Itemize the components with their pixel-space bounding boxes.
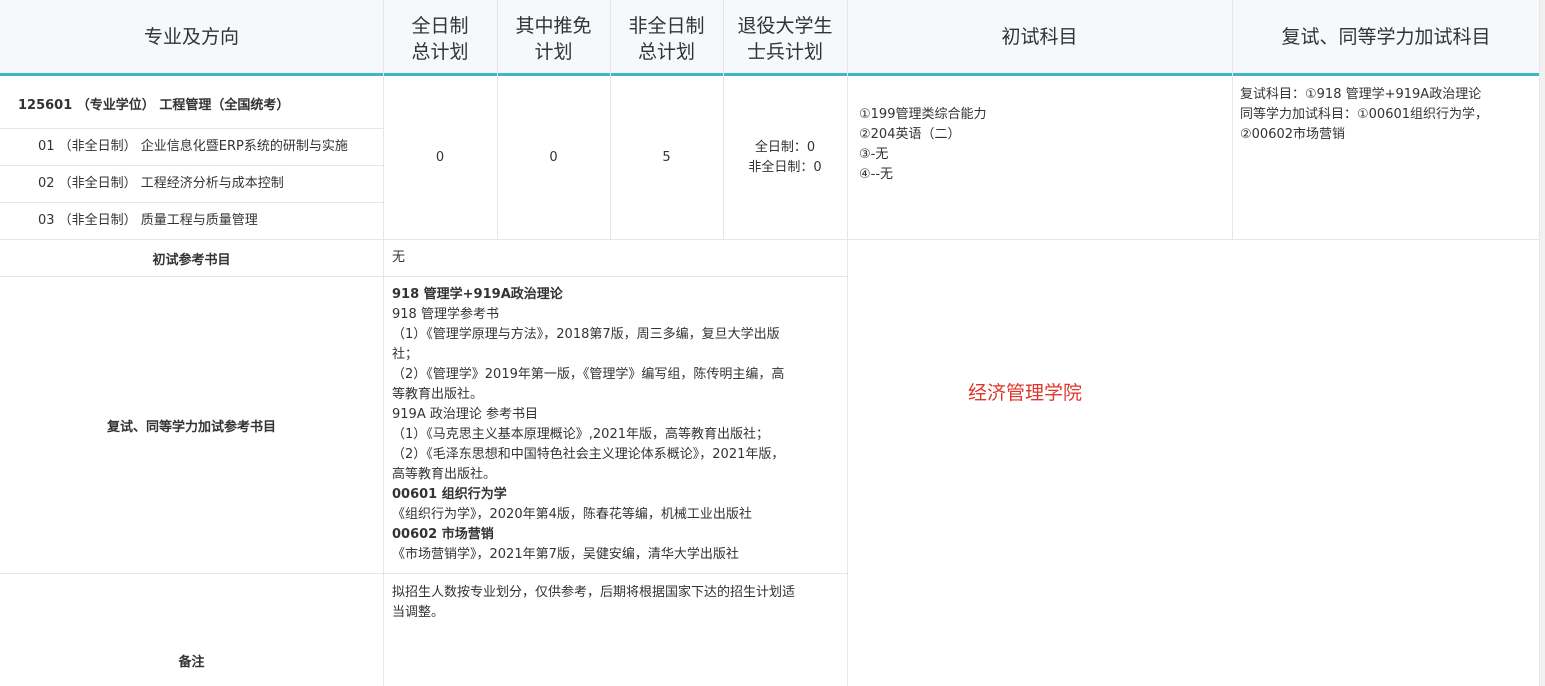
retest-book-line: 00602 市场营销: [392, 527, 494, 542]
header-exempt-plan: 其中推免 计划: [515, 15, 592, 63]
retest-book-line: 等教育出版社。: [392, 387, 484, 402]
retest-book-line: （2）《毛泽东思想和中国特色社会主义理论体系概论》，2021年版，: [392, 447, 785, 462]
grid-line: [0, 573, 847, 574]
direction-item-03[interactable]: 03 （非全日制） 质量工程与质量管理: [38, 211, 258, 231]
grid-line: [723, 0, 724, 240]
retest-book-line: 社；: [392, 347, 419, 362]
notes-value: 拟招生人数按专业划分，仅供参考，后期将根据国家下达的招生计划适 当调整。: [392, 585, 796, 620]
retest-book-line: 《市场营销学》，2021年第7版，吴健安编，清华大学出版社: [392, 547, 739, 562]
prelim-subjects: ①199管理类综合能力 ②204英语（二） ③-无 ④--无: [859, 107, 987, 182]
header-divider: [0, 73, 1540, 76]
prelim-books-value: 无: [392, 250, 406, 265]
retest-books-list: 918 管理学+919A政治理论 918 管理学参考书 （1）《管理学原理与方法…: [392, 285, 837, 565]
grid-line: [0, 128, 383, 129]
grid-line: [0, 202, 383, 203]
exempt-plan-value: 0: [549, 150, 558, 165]
retest-book-line: （1）《管理学原理与方法》，2018第7版，周三多编，复旦大学出版: [392, 327, 780, 342]
grid-line: [847, 0, 848, 686]
header-veteran-plan: 退役大学生 士兵计划: [737, 15, 833, 63]
notes-label: 备注: [178, 654, 205, 670]
direction-item-01[interactable]: 01 （非全日制） 企业信息化暨ERP系统的研制与实施: [38, 137, 348, 157]
parttime-plan-value: 5: [662, 150, 671, 165]
school-name[interactable]: 经济管理学院: [847, 378, 1203, 405]
retest-books-label: 复试、同等学力加试参考书目: [106, 419, 276, 435]
retest-subjects: 复试科目：①918 管理学+919A政治理论 同等学力加试科目：①00601组织…: [1240, 87, 1489, 142]
retest-book-line: 919A 政治理论 参考书目: [392, 407, 538, 422]
grid-line: [0, 165, 383, 166]
program-title: 125601 （专业学位） 工程管理（全国统考）: [18, 98, 290, 113]
retest-book-line: 高等教育出版社。: [392, 467, 497, 482]
header-prelim-subjects: 初试科目: [1001, 26, 1078, 48]
header-major: 专业及方向: [143, 26, 239, 48]
retest-book-line: （1）《马克思主义基本原理概论》,2021年版，高等教育出版社；: [392, 427, 769, 442]
prelim-books-label: 初试参考书目: [152, 252, 231, 268]
retest-book-line: （2）《管理学》2019年第一版，《管理学》编写组，陈传明主编，高: [392, 367, 785, 382]
vertical-scrollbar[interactable]: [1540, 0, 1545, 686]
header-parttime-plan: 非全日制 总计划: [628, 15, 705, 63]
retest-book-line: 《组织行为学》，2020年第4版，陈春花等编，机械工业出版社: [392, 507, 752, 522]
retest-book-line: 918 管理学+919A政治理论: [392, 287, 563, 302]
veteran-plan-value: 全日制：0 非全日制：0: [748, 140, 822, 175]
direction-item-02[interactable]: 02 （非全日制） 工程经济分析与成本控制: [38, 174, 284, 194]
retest-book-line: 918 管理学参考书: [392, 307, 499, 322]
header-fulltime-plan: 全日制 总计划: [411, 15, 469, 63]
fulltime-plan-value: 0: [435, 150, 445, 165]
grid-line: [1232, 0, 1233, 240]
retest-book-line: 00601 组织行为学: [392, 487, 507, 502]
header-retest-subjects: 复试、同等学力加试科目: [1281, 26, 1491, 48]
